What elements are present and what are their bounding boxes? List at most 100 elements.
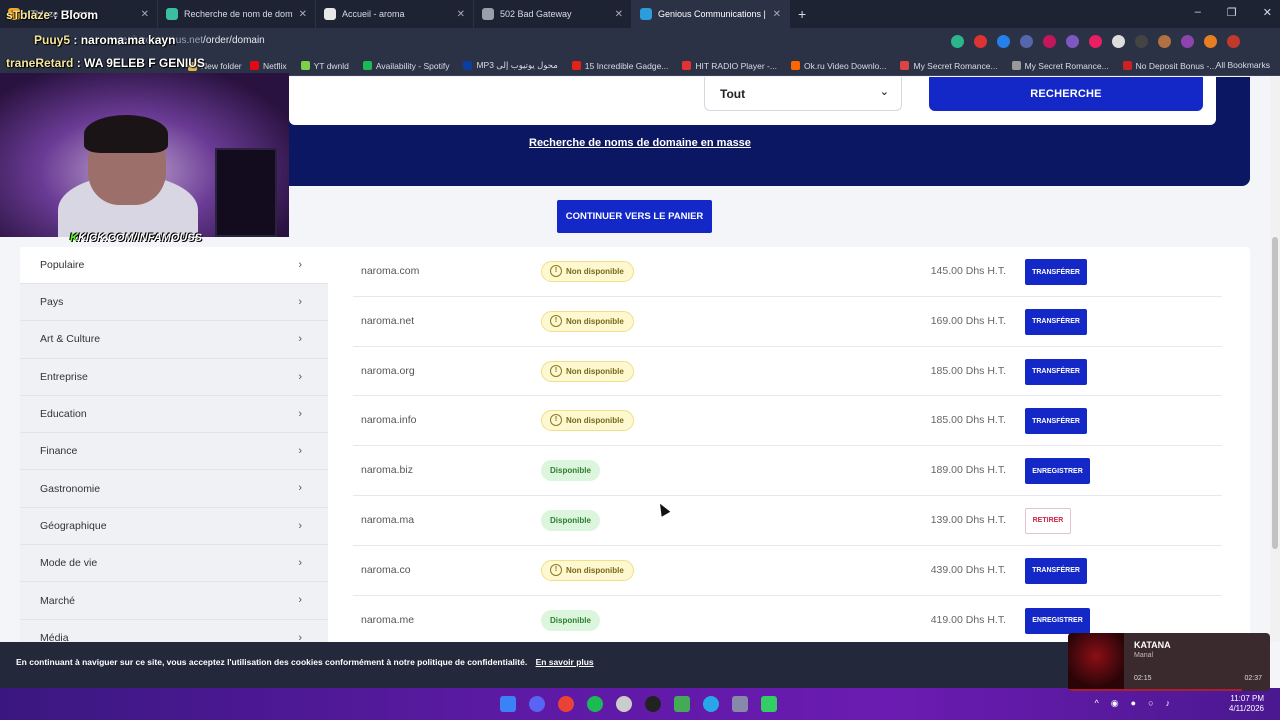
search-button[interactable]: RECHERCHE — [929, 77, 1203, 111]
close-icon[interactable]: ✕ — [457, 9, 465, 20]
extension-icon[interactable] — [1181, 35, 1194, 48]
domain-result-row: naroma.net Non disponible 169.00 Dhs H.T. T… — [353, 297, 1222, 347]
bookmark-item[interactable]: 15 Incredible Gadge... — [571, 61, 668, 71]
extension-icon[interactable] — [1043, 35, 1056, 48]
bookmark-item[interactable]: My Secret Romance... — [900, 61, 998, 71]
extension-icon[interactable] — [951, 35, 964, 48]
domain-name: naroma.ma — [361, 513, 415, 526]
category-item[interactable]: Géographique › — [20, 507, 328, 546]
extension-icon[interactable] — [1158, 35, 1171, 48]
close-window-icon[interactable]: ✕ — [1263, 6, 1272, 19]
bookmark-icon — [463, 61, 473, 70]
extension-icon[interactable] — [974, 35, 987, 48]
bookmark-item[interactable]: My Secret Romance... — [1011, 61, 1109, 71]
domain-action-button[interactable]: TRANSFÉRER — [1025, 308, 1087, 335]
discord-icon[interactable] — [529, 696, 545, 712]
system-tray: ^ ◉ ● ○ ♪ — [1095, 698, 1170, 709]
minimize-icon[interactable]: – — [1195, 6, 1201, 19]
scrollbar-thumb[interactable] — [1272, 237, 1278, 549]
address-bar[interactable]: ...geniuscomm.us.net/order/domain — [0, 28, 1280, 56]
domain-result-row: naroma.biz Disponible 189.00 Dhs H.T. ENREG… — [353, 446, 1222, 496]
close-icon[interactable]: ✕ — [615, 9, 623, 20]
window-controls: – ❐ ✕ — [1195, 6, 1272, 19]
new-tab-button[interactable]: + — [798, 6, 806, 22]
bookmark-item[interactable]: MP3 محول يوتيوب إلى — [463, 60, 558, 71]
network-icon[interactable]: ○ — [1148, 698, 1153, 709]
availability-badge: Disponible — [541, 609, 600, 631]
chevron-right-icon: › — [298, 407, 302, 420]
bookmark-item[interactable]: HIT RADIO Player -... — [682, 61, 777, 71]
browser-tab[interactable]: Recherche de nom de domaine ✕ — [158, 0, 316, 28]
category-item[interactable]: Marché › — [20, 582, 328, 620]
track-total: 02:37 — [1244, 675, 1262, 682]
all-bookmarks-button[interactable]: All Bookmarks — [1216, 60, 1270, 70]
page-scrollbar[interactable] — [1270, 77, 1280, 642]
obs-icon[interactable] — [616, 696, 632, 712]
browser-tab[interactable]: Accueil - aroma ✕ — [316, 0, 474, 28]
telegram-icon[interactable] — [703, 696, 719, 712]
extension-icon[interactable] — [1135, 35, 1148, 48]
domain-action-button[interactable]: TRANSFÉRER — [1025, 358, 1087, 385]
extension-icon[interactable] — [1227, 35, 1240, 48]
close-icon[interactable]: ✕ — [773, 9, 781, 20]
bookmark-item[interactable]: No Deposit Bonus -... — [1122, 61, 1216, 71]
continue-to-cart-button[interactable]: CONTINUER VERS LE PANIER — [557, 200, 712, 233]
chevron-up-icon[interactable]: ^ — [1095, 698, 1099, 709]
media-player-widget[interactable]: KATANA Manal 02:15 02:37 — [1068, 633, 1270, 691]
domain-action-button[interactable]: TRANSFÉRER — [1025, 557, 1087, 584]
bookmark-item[interactable]: Availability - Spotify — [362, 61, 449, 71]
bulk-search-link[interactable]: Recherche de noms de domaine en masse — [529, 137, 751, 149]
app-icon[interactable] — [645, 696, 661, 712]
domain-action-button[interactable]: RETIRER — [1025, 507, 1071, 534]
bookmark-item[interactable]: Netflix — [250, 61, 287, 71]
category-item[interactable]: Mode de vie › — [20, 545, 328, 583]
domain-action-button[interactable]: ENREGISTRER — [1025, 458, 1090, 485]
category-item[interactable]: Finance › — [20, 433, 328, 471]
domain-action-button[interactable]: ENREGISTRER — [1025, 607, 1090, 634]
chrome-icon[interactable] — [558, 696, 574, 712]
category-item[interactable]: Pays › — [20, 284, 328, 322]
browser-tab[interactable]: 502 Bad Gateway ✕ — [474, 0, 632, 28]
discord-tray-icon[interactable]: ◉ — [1111, 698, 1119, 709]
availability-badge: Disponible — [541, 460, 600, 482]
spotify-icon[interactable] — [587, 696, 603, 712]
track-title: KATANA — [1134, 640, 1171, 650]
domain-action-button[interactable]: TRANSFÉRER — [1025, 259, 1087, 285]
category-item[interactable]: Art & Culture › — [20, 321, 328, 359]
webcam-overlay — [0, 73, 289, 237]
bookmark-item[interactable]: YT dwnld — [300, 61, 349, 71]
close-icon[interactable]: ✕ — [141, 9, 149, 20]
cookie-learn-more-link[interactable]: En savoir plus — [536, 657, 594, 667]
browser-tab[interactable]: Genious Communications | Résu ✕ — [632, 0, 790, 28]
app-icon[interactable] — [761, 696, 777, 712]
mail-icon[interactable] — [732, 696, 748, 712]
maximize-icon[interactable]: ❐ — [1227, 6, 1237, 19]
extension-icon[interactable] — [1089, 35, 1102, 48]
tld-select[interactable]: Tout ⌄ — [704, 77, 902, 111]
category-label: Pays — [40, 296, 64, 309]
category-item[interactable]: Populaire › — [20, 247, 328, 284]
category-item[interactable]: Entreprise › — [20, 358, 328, 396]
mic-icon[interactable]: ● — [1131, 698, 1136, 709]
app-icon[interactable] — [674, 696, 690, 712]
close-icon[interactable]: ✕ — [299, 9, 307, 20]
category-item[interactable]: Education › — [20, 395, 328, 434]
track-progress-bar[interactable] — [1068, 689, 1242, 691]
extension-icon[interactable] — [1204, 35, 1217, 48]
domain-action-button[interactable]: TRANSFÉRER — [1025, 408, 1087, 435]
bookmark-item[interactable]: Ok.ru Video Downlo... — [790, 61, 886, 71]
extension-icon[interactable] — [1066, 35, 1079, 48]
clock[interactable]: 11:07 PM 4/11/2026 — [1229, 694, 1264, 714]
extension-icon[interactable] — [997, 35, 1010, 48]
chevron-down-icon: ⌄ — [879, 86, 889, 98]
windows-start-icon[interactable] — [500, 696, 516, 712]
chevron-right-icon: › — [298, 296, 302, 308]
domain-price: 185.00 Dhs H.T. — [930, 364, 1006, 377]
chevron-right-icon: › — [298, 594, 302, 607]
volume-icon[interactable]: ♪ — [1166, 698, 1171, 709]
extension-icon[interactable] — [1112, 35, 1125, 48]
bookmark-icon — [790, 61, 800, 70]
category-item[interactable]: Média › — [20, 619, 328, 642]
extension-icon[interactable] — [1020, 35, 1033, 48]
category-item[interactable]: Gastronomie › — [20, 470, 328, 508]
